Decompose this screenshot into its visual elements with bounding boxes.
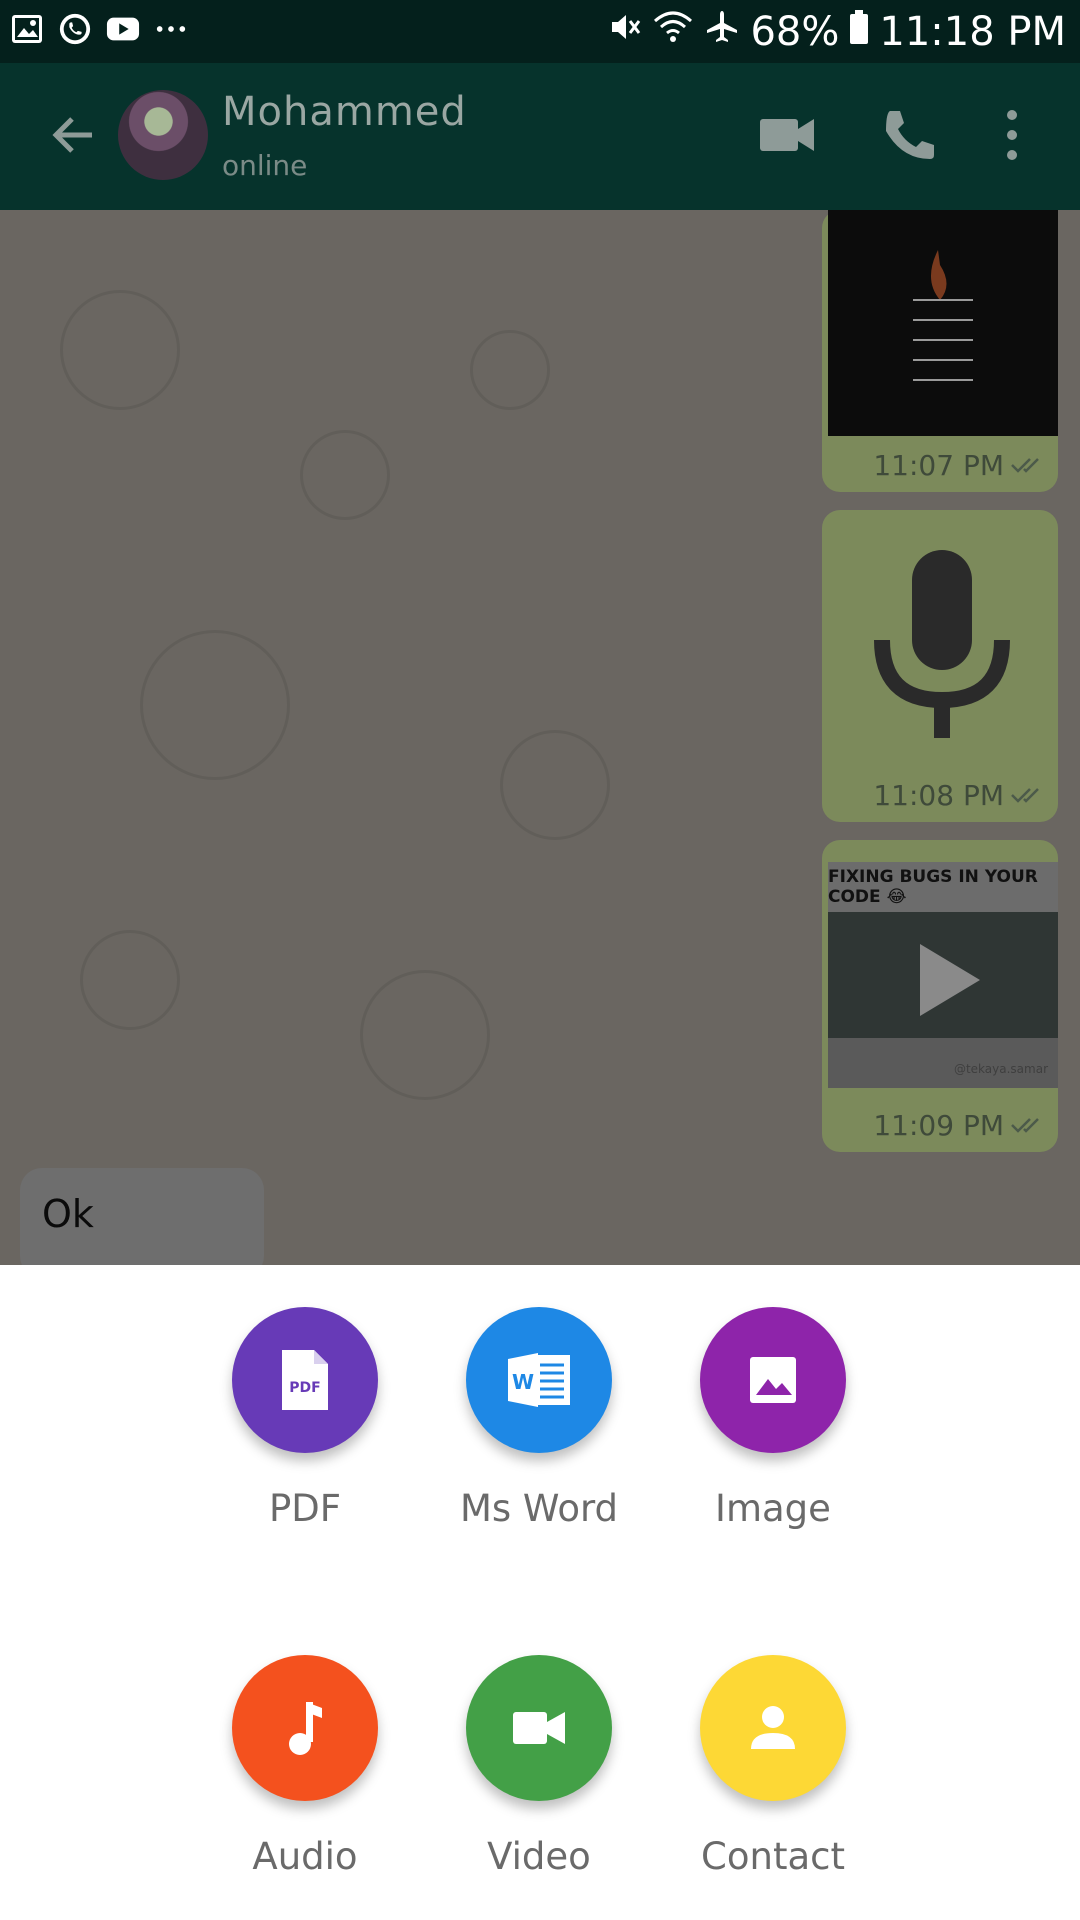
attach-image-option[interactable]: Image: [668, 1307, 878, 1530]
more-notifications-icon: [154, 12, 188, 46]
attach-contact-option[interactable]: Contact: [668, 1655, 878, 1878]
option-label: Audio: [252, 1835, 358, 1878]
message-image[interactable]: [828, 210, 1058, 436]
message-timestamp: 11:09 PM: [873, 1109, 1044, 1142]
pdf-icon[interactable]: PDF: [232, 1307, 378, 1453]
video-watermark: @tekaya.samar: [953, 1062, 1048, 1076]
back-arrow-icon[interactable]: [46, 107, 102, 163]
read-receipt-icon: [1010, 1109, 1044, 1142]
attachment-sheet: PDF PDF W Ms Word Image Audio Video Cont…: [0, 1265, 1080, 1920]
gallery-icon: [10, 12, 44, 46]
option-label: Image: [715, 1487, 831, 1530]
image-icon[interactable]: [700, 1307, 846, 1453]
music-note-icon[interactable]: [232, 1655, 378, 1801]
wifi-icon: [652, 9, 694, 55]
message-timestamp: 11:07 PM: [873, 449, 1044, 482]
chat-header: Mohammed online: [0, 63, 1080, 210]
attach-pdf-option[interactable]: PDF PDF: [200, 1307, 410, 1530]
clock: 11:18 PM: [879, 9, 1066, 55]
audio-message[interactable]: 11:08 PM: [822, 510, 1058, 822]
microphone-icon[interactable]: [872, 550, 1012, 744]
option-label: Video: [487, 1835, 591, 1878]
attach-video-option[interactable]: Video: [434, 1655, 644, 1878]
videocam-icon[interactable]: [466, 1655, 612, 1801]
incoming-message[interactable]: Ok: [20, 1168, 264, 1265]
contact-status: online: [222, 149, 308, 182]
avatar[interactable]: [118, 90, 208, 180]
attach-audio-option[interactable]: Audio: [200, 1655, 410, 1878]
message-list[interactable]: 11:07 PM 11:08 PM FIXING BUGS IN YOUR CO…: [0, 210, 1080, 1265]
airplane-icon: [704, 9, 740, 55]
read-receipt-icon: [1010, 779, 1044, 812]
word-icon[interactable]: W: [466, 1307, 612, 1453]
message-timestamp: 11:08 PM: [873, 779, 1044, 812]
video-caption: FIXING BUGS IN YOUR CODE 😂: [828, 862, 1058, 912]
youtube-icon: [106, 12, 140, 46]
overflow-menu-icon[interactable]: [1000, 103, 1064, 167]
mute-vibrate-icon: [604, 8, 642, 56]
voice-call-icon[interactable]: [878, 103, 942, 167]
battery-percent: 68%: [750, 9, 840, 55]
person-icon[interactable]: [700, 1655, 846, 1801]
attach-word-option[interactable]: W Ms Word: [434, 1307, 644, 1530]
video-call-icon[interactable]: [756, 103, 820, 167]
video-message[interactable]: FIXING BUGS IN YOUR CODE 😂 @tekaya.samar…: [822, 840, 1058, 1152]
play-icon[interactable]: [914, 940, 984, 1024]
contact-name[interactable]: Mohammed: [222, 89, 467, 135]
option-label: PDF: [268, 1487, 342, 1530]
message-text: Ok: [42, 1192, 94, 1236]
status-bar: 68% 11:18 PM: [0, 0, 1080, 63]
option-label: Ms Word: [459, 1487, 619, 1530]
whatsapp-icon: [58, 12, 92, 46]
battery-icon: [849, 9, 869, 55]
image-message[interactable]: 11:07 PM: [822, 210, 1058, 492]
svg-text:W: W: [512, 1370, 534, 1394]
svg-text:PDF: PDF: [289, 1380, 320, 1396]
option-label: Contact: [701, 1835, 845, 1878]
read-receipt-icon: [1010, 449, 1044, 482]
